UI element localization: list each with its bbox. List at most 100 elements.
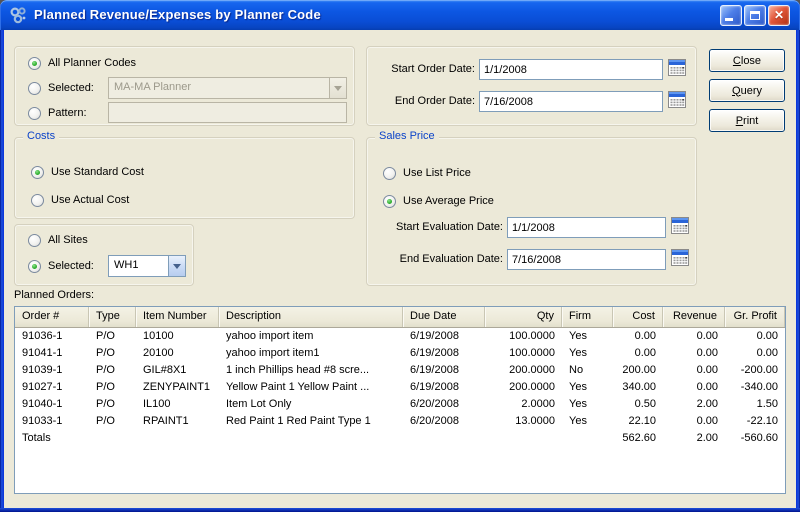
selected-planner-label: Selected: xyxy=(48,82,94,94)
radio-selected-planner[interactable]: Selected: xyxy=(28,80,94,96)
end-evaluation-date-input[interactable] xyxy=(507,249,666,270)
close-button[interactable]: Close xyxy=(709,49,785,72)
radio-use-standard-cost[interactable]: Use Standard Cost xyxy=(31,164,144,180)
minimize-button[interactable] xyxy=(720,5,742,26)
cell: GIL#8X1 xyxy=(143,364,187,376)
cell: Yes xyxy=(569,381,587,393)
cell: 2.00 xyxy=(696,432,718,444)
cell: 200.0000 xyxy=(509,381,555,393)
column-header[interactable]: Due Date xyxy=(403,307,485,327)
planned-orders-table[interactable]: Order # Type Item Number Description Due Dat… xyxy=(14,306,786,494)
table-row[interactable]: 91027-1 P/O ZENYPAINT1 Yellow Paint 1 Yello… xyxy=(15,379,785,396)
planner-select-value: MA-MA Planner xyxy=(114,81,192,93)
radio-icon[interactable] xyxy=(383,194,396,208)
table-row[interactable]: 91036-1 P/O 10100 yahoo import item 6/19/200… xyxy=(15,328,785,345)
cell: 10100 xyxy=(143,330,174,342)
column-header[interactable]: Type xyxy=(89,307,136,327)
chevron-down-icon[interactable] xyxy=(329,78,346,98)
site-select[interactable]: WH1 xyxy=(108,255,186,277)
column-header[interactable]: Cost xyxy=(613,307,663,327)
cell: 200.00 xyxy=(622,364,656,376)
start-evaluation-date-input[interactable] xyxy=(507,217,666,238)
table-row[interactable]: 91040-1 P/O IL100 Item Lot Only 6/20/2008 2.0… xyxy=(15,396,785,413)
cell: 0.00 xyxy=(696,381,718,393)
pattern-input[interactable] xyxy=(108,102,347,123)
cell: 91039-1 xyxy=(22,364,63,376)
cell: 340.00 xyxy=(622,381,656,393)
calendar-icon[interactable] xyxy=(671,217,689,234)
order-dates-panel: Start Order Date: End Order Date: xyxy=(366,46,697,126)
radio-icon[interactable] xyxy=(28,259,41,273)
radio-icon[interactable] xyxy=(383,166,396,180)
query-button[interactable]: Query xyxy=(709,79,785,102)
maximize-button[interactable] xyxy=(744,5,766,26)
window-title: Planned Revenue/Expenses by Planner Code xyxy=(34,7,321,22)
cell: 0.00 xyxy=(696,330,718,342)
start-evaluation-date-label: Start Evaluation Date: xyxy=(395,221,503,233)
table-row[interactable]: 91041-1 P/O 20100 yahoo import item1 6/19/20… xyxy=(15,345,785,362)
totals-row[interactable]: Totals 562.60 2.00 -560.60 xyxy=(15,430,785,447)
radio-selected-site[interactable]: Selected: xyxy=(28,258,94,274)
cell: 91036-1 xyxy=(22,330,63,342)
cell: P/O xyxy=(96,398,115,410)
cell: 22.10 xyxy=(628,415,656,427)
planner-select[interactable]: MA-MA Planner xyxy=(108,77,347,99)
start-order-date-input[interactable] xyxy=(479,59,663,80)
calendar-icon[interactable] xyxy=(668,59,686,76)
column-header[interactable]: Gr. Profit xyxy=(725,307,785,327)
cell: Item Lot Only xyxy=(226,398,292,410)
radio-icon[interactable] xyxy=(28,106,41,120)
column-header[interactable]: Description xyxy=(219,307,403,327)
column-header[interactable]: Order # xyxy=(15,307,89,327)
cell: No xyxy=(569,364,584,376)
cell: ZENYPAINT1 xyxy=(143,381,211,393)
cell: 13.0000 xyxy=(515,415,555,427)
cell: 200.0000 xyxy=(509,364,555,376)
radio-icon[interactable] xyxy=(28,233,41,247)
radio-use-average-price[interactable]: Use Average Price xyxy=(383,193,494,209)
radio-use-list-price[interactable]: Use List Price xyxy=(383,165,471,181)
cell: 0.00 xyxy=(756,330,778,342)
chevron-down-icon[interactable] xyxy=(168,256,185,276)
radio-icon[interactable] xyxy=(28,56,41,70)
close-icon: ✕ xyxy=(773,8,785,22)
costs-panel: Costs Use Standard Cost Use Actual Cost xyxy=(14,130,355,219)
radio-all-planner-codes[interactable]: All Planner Codes xyxy=(28,55,136,71)
dialog-window: Planned Revenue/Expenses by Planner Code… xyxy=(0,0,800,512)
cell: 1 inch Phillips head #8 scre... xyxy=(226,364,370,376)
print-button[interactable]: Print xyxy=(709,109,785,132)
sales-price-panel-title: Sales Price xyxy=(375,130,439,142)
column-header[interactable]: Item Number xyxy=(136,307,219,327)
table-row[interactable]: 91033-1 P/O RPAINT1 Red Paint 1 Red Paint T… xyxy=(15,413,785,430)
calendar-icon[interactable] xyxy=(671,249,689,266)
table-header-row: Order # Type Item Number Description Due Dat… xyxy=(15,307,785,328)
sites-panel: All Sites Selected: WH1 xyxy=(14,224,194,286)
radio-icon[interactable] xyxy=(28,81,41,95)
calendar-icon[interactable] xyxy=(668,91,686,108)
cell xyxy=(136,430,219,447)
column-header[interactable]: Firm xyxy=(562,307,613,327)
radio-use-actual-cost[interactable]: Use Actual Cost xyxy=(31,192,129,208)
cell: 91033-1 xyxy=(22,415,63,427)
radio-pattern-planner[interactable]: Pattern: xyxy=(28,105,87,121)
cell xyxy=(403,430,485,447)
title-bar[interactable]: Planned Revenue/Expenses by Planner Code… xyxy=(0,0,800,30)
column-header[interactable]: Revenue xyxy=(663,307,725,327)
cell: Yes xyxy=(569,415,587,427)
table-row[interactable]: 91039-1 P/O GIL#8X1 1 inch Phillips head #8… xyxy=(15,362,785,379)
close-window-button[interactable]: ✕ xyxy=(768,5,790,26)
cell: 0.00 xyxy=(634,347,656,359)
column-header[interactable]: Qty xyxy=(485,307,562,327)
radio-icon[interactable] xyxy=(31,165,44,179)
cell: 91027-1 xyxy=(22,381,63,393)
use-list-price-label: Use List Price xyxy=(403,167,471,179)
cell: 100.0000 xyxy=(509,330,555,342)
cell: Red Paint 1 Red Paint Type 1 xyxy=(226,415,371,427)
all-planner-codes-label: All Planner Codes xyxy=(48,57,137,69)
cell xyxy=(89,430,136,447)
cell: P/O xyxy=(96,381,115,393)
end-order-date-input[interactable] xyxy=(479,91,663,112)
radio-icon[interactable] xyxy=(31,193,44,207)
cell: Totals xyxy=(22,432,51,444)
radio-all-sites[interactable]: All Sites xyxy=(28,232,88,248)
